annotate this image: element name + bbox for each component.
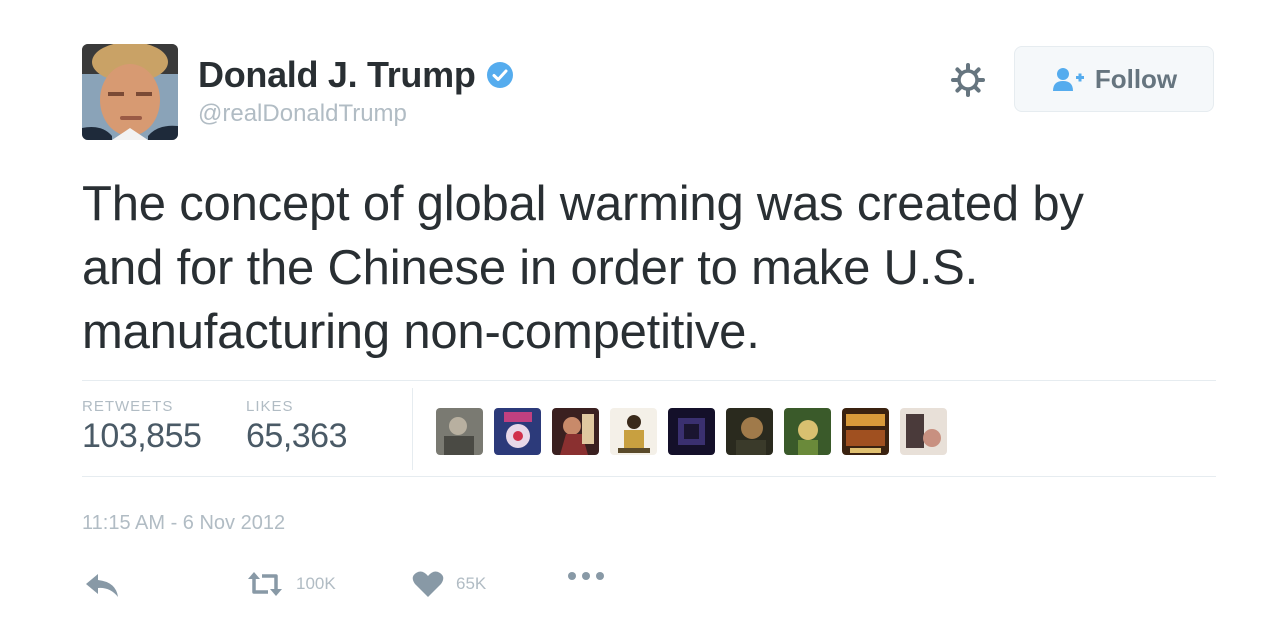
likers-avatars [436, 408, 947, 455]
reply-icon [86, 574, 118, 597]
liker-avatar[interactable] [436, 408, 483, 455]
more-button[interactable] [566, 570, 606, 582]
likes-value: 65,363 [246, 417, 348, 455]
tweet-text: The concept of global warming was create… [82, 172, 1222, 364]
likes-stat[interactable]: LIKES 65,363 [246, 398, 348, 456]
liker-avatar[interactable] [668, 408, 715, 455]
follow-person-icon [1052, 68, 1084, 91]
retweets-stat[interactable]: RETWEETS 103,855 [82, 398, 202, 456]
tweet-text-line: and for the Chinese in order to make U.S… [82, 241, 979, 295]
liker-avatar[interactable] [842, 408, 889, 455]
reply-button[interactable] [84, 570, 120, 600]
avatar[interactable] [82, 44, 178, 140]
likes-label: LIKES [246, 398, 294, 415]
liker-avatar[interactable] [494, 408, 541, 455]
follow-label: Follow [1094, 63, 1178, 94]
user-handle[interactable]: @realDonaldTrump [198, 100, 514, 128]
user-info: Donald J. Trump @realDonaldTrump [198, 54, 514, 128]
follow-button[interactable]: Follow [1014, 46, 1214, 112]
retweets-value: 103,855 [82, 417, 202, 455]
liker-avatar[interactable] [784, 408, 831, 455]
tweet-text-line: The concept of global warming was create… [82, 177, 1084, 231]
verified-badge-icon [486, 62, 513, 88]
user-fullname[interactable]: Donald J. Trump [198, 54, 476, 96]
retweets-label: RETWEETS [82, 398, 174, 415]
liker-avatar[interactable] [900, 408, 947, 455]
like-button[interactable]: 65K [412, 570, 486, 598]
retweet-count: 100K [296, 574, 336, 593]
divider [82, 380, 1216, 381]
retweet-button[interactable]: 100K [246, 570, 336, 598]
tweet-card: Donald J. Trump @realDonaldTrump Follow … [0, 0, 1280, 644]
tweet-timestamp[interactable]: 11:15 AM - 6 Nov 2012 [82, 512, 285, 535]
like-count: 65K [456, 574, 487, 593]
divider [412, 388, 413, 470]
divider [82, 476, 1216, 477]
retweet-icon [248, 572, 282, 596]
liker-avatar[interactable] [726, 408, 773, 455]
settings-gear-icon[interactable] [948, 60, 988, 100]
heart-icon [412, 571, 444, 597]
liker-avatar[interactable] [552, 408, 599, 455]
liker-avatar[interactable] [610, 408, 657, 455]
tweet-text-line: manufacturing non-competitive. [82, 305, 760, 359]
more-dots-icon [568, 572, 604, 580]
